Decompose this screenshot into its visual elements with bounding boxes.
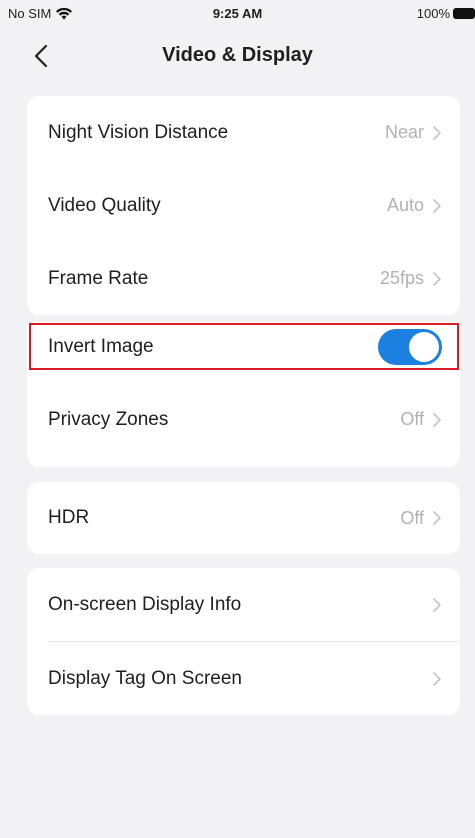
row-video-quality[interactable]: Video Quality Auto xyxy=(27,169,460,242)
row-invert-image: Invert Image xyxy=(27,322,460,372)
chevron-right-icon xyxy=(433,271,441,286)
row-frame-rate[interactable]: Frame Rate 25fps xyxy=(27,242,460,315)
row-label: Night Vision Distance xyxy=(48,121,229,143)
status-time: 9:25 AM xyxy=(212,6,263,21)
navigation-bar: Video & Display xyxy=(0,26,475,88)
settings-group-image: Invert Image Privacy Zones Off xyxy=(27,322,460,467)
settings-group-video: Night Vision Distance Near Video Quality… xyxy=(27,96,460,315)
row-label: Display Tag On Screen xyxy=(48,667,242,689)
row-label: Privacy Zones xyxy=(48,408,169,430)
status-right: 100% xyxy=(417,6,475,21)
row-label: On-screen Display Info xyxy=(48,593,242,615)
chevron-right-icon xyxy=(433,412,441,427)
row-on-screen-display-info[interactable]: On-screen Display Info xyxy=(27,568,460,641)
chevron-right-icon xyxy=(433,511,441,525)
row-value: Auto xyxy=(386,195,424,215)
settings-group-hdr: HDR Off xyxy=(27,482,460,554)
status-bar: No SIM 9:25 AM 100% xyxy=(0,0,475,26)
chevron-right-icon xyxy=(433,597,441,612)
chevron-right-icon xyxy=(433,125,441,140)
page-title: Video & Display xyxy=(162,44,313,66)
row-label: Video Quality xyxy=(48,194,161,216)
row-value: Near xyxy=(384,122,424,142)
chevron-right-icon xyxy=(433,671,441,686)
battery-label: 100% xyxy=(416,6,450,21)
row-privacy-zones[interactable]: Privacy Zones Off xyxy=(27,372,460,467)
row-label: HDR xyxy=(48,507,90,528)
row-label: Invert Image xyxy=(48,336,154,357)
invert-image-toggle[interactable] xyxy=(378,329,442,365)
row-value: 25fps xyxy=(379,268,424,288)
row-hdr[interactable]: HDR Off xyxy=(27,482,460,554)
row-label: Frame Rate xyxy=(48,267,149,289)
row-night-vision-distance[interactable]: Night Vision Distance Near xyxy=(27,96,460,169)
battery-icon xyxy=(453,8,475,19)
chevron-right-icon xyxy=(433,198,441,213)
settings-group-osd: On-screen Display Info Display Tag On Sc… xyxy=(27,568,460,715)
row-value: Off xyxy=(400,409,424,429)
row-display-tag-on-screen[interactable]: Display Tag On Screen xyxy=(27,642,460,715)
toggle-knob xyxy=(409,332,439,362)
row-value: Off xyxy=(400,507,424,528)
